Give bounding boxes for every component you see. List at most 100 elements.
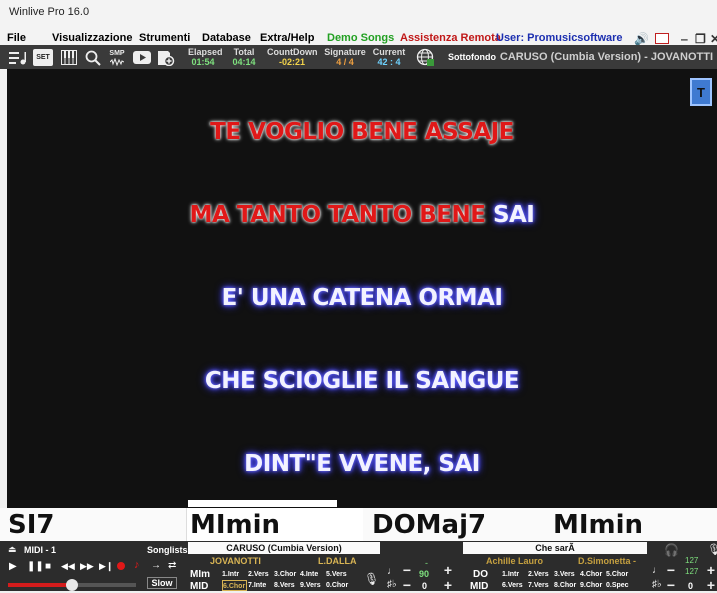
section-slot[interactable]: 4.Inte: [300, 569, 325, 580]
signature-readout: Signature 4 / 4: [324, 47, 366, 67]
deck1-mic-icon[interactable]: 🎙: [364, 572, 379, 586]
fast-forward-button[interactable]: ▶▶: [80, 561, 94, 572]
section-slot[interactable]: 3.Vers: [554, 569, 579, 580]
section-slot[interactable]: 8.Chor: [554, 580, 579, 591]
section-slot[interactable]: 4.Chor: [580, 569, 605, 580]
video-icon[interactable]: [132, 49, 152, 66]
menu-visualizzazione[interactable]: Visualizzazione: [52, 32, 133, 44]
mic-right-icon[interactable]: 🎙: [707, 543, 717, 556]
repeat-icon[interactable]: ⇄: [168, 560, 176, 571]
master-volume-knob[interactable]: [66, 579, 78, 591]
next-track-button[interactable]: ▶❙: [99, 561, 113, 572]
midi-port-label[interactable]: MIDI - 1: [24, 545, 56, 555]
deck1-transpose-plus[interactable]: +: [441, 578, 455, 592]
playlist-icon[interactable]: [8, 49, 28, 66]
countdown-label: CountDown: [267, 47, 318, 57]
menu-extra-help[interactable]: Extra/Help: [260, 32, 314, 44]
menu-database[interactable]: Database: [202, 32, 251, 44]
record-mode-icon[interactable]: [655, 33, 669, 44]
rewind-button[interactable]: ◀◀: [61, 561, 75, 572]
section-slot[interactable]: 0.Spec: [606, 580, 631, 591]
chord-current: MImin: [190, 510, 281, 540]
text-options-button[interactable]: T: [690, 78, 712, 106]
section-slot[interactable]: 2.Vers: [528, 569, 553, 580]
menu-user[interactable]: User: Promusicsoftware: [496, 32, 623, 44]
deck2-artist: Achille Lauro: [486, 556, 544, 566]
keyboard-icon[interactable]: [60, 49, 78, 66]
section-slot[interactable]: 6.Chor: [222, 580, 247, 591]
countdown-readout: CountDown -02:21: [267, 47, 317, 67]
section-slot[interactable]: 1.Intr: [502, 569, 527, 580]
close-button[interactable]: ✕: [710, 32, 717, 46]
current-label: Current: [372, 47, 406, 57]
deck2-key: DO: [473, 569, 488, 580]
record-button[interactable]: [117, 562, 125, 570]
speaker-icon[interactable]: 🔊: [634, 32, 649, 46]
minimize-button[interactable]: ‒: [681, 32, 688, 46]
lyric-line-1: TE VOGLIO BENE ASSAJE: [7, 119, 717, 145]
auto-next-icon[interactable]: →: [151, 560, 161, 571]
section-slot[interactable]: 9.Vers: [300, 580, 325, 591]
lyric-line-2-sung: MA TANTO TANTO BENE: [189, 202, 486, 228]
songlists-button[interactable]: Songlists: [147, 545, 188, 555]
menu-assistenza-remota[interactable]: Assistenza Remota: [400, 32, 501, 44]
deck2-author: D.Simonetta -: [578, 556, 637, 566]
deck1-artist: JOVANOTTI: [210, 556, 261, 566]
smp-button[interactable]: SMP: [106, 49, 128, 66]
deck1-transpose-value: 0: [422, 581, 428, 591]
midi-port-icon[interactable]: ⏏: [8, 544, 17, 555]
sottofondo-button[interactable]: Sottofondo: [446, 52, 498, 62]
menu-demo-songs[interactable]: Demo Songs: [327, 32, 394, 44]
section-slot[interactable]: 0.Chor: [326, 580, 351, 591]
lyric-line-2-unsung: SAI: [485, 202, 535, 228]
master-volume-slider[interactable]: [8, 579, 136, 591]
pause-button[interactable]: ❚❚: [27, 561, 44, 572]
lyric-line-5-unsung: DINT"E VVENE, SAI: [244, 451, 480, 477]
maximize-button[interactable]: ❐: [695, 32, 706, 46]
menu-strumenti[interactable]: Strumenti: [139, 32, 190, 44]
section-slot[interactable]: 7.Vers: [528, 580, 553, 591]
elapsed-readout: Elapsed 01:54: [188, 47, 223, 67]
deck2-tempo-icon: ♩: [652, 565, 662, 576]
total-label: Total: [233, 47, 255, 57]
deck1-tempo-minus[interactable]: −: [400, 563, 414, 577]
set-button[interactable]: SET: [33, 49, 53, 66]
deck2-transpose-plus[interactable]: +: [704, 578, 717, 592]
window-titlebar: Winlive Pro 16.0: [0, 0, 717, 32]
signature-value: 4 / 4: [336, 57, 354, 67]
slow-button[interactable]: Slow: [147, 577, 177, 589]
song-progress-bar[interactable]: [7, 498, 717, 508]
section-slot[interactable]: 3.Chor: [274, 569, 299, 580]
deck2-transpose-minus[interactable]: −: [664, 578, 678, 592]
section-slot[interactable]: 5.Vers: [326, 569, 351, 580]
headphones-icon[interactable]: 🎧: [664, 543, 679, 557]
menu-file[interactable]: File: [7, 32, 26, 44]
stop-button[interactable]: ■: [45, 561, 51, 572]
mixer-volume-bottom: 127: [685, 567, 699, 576]
section-slot[interactable]: 5.Chor: [606, 569, 631, 580]
mixer-volume-plus[interactable]: +: [704, 563, 717, 577]
section-slot[interactable]: 8.Vers: [274, 580, 299, 591]
deck1-tempo-plus[interactable]: +: [441, 563, 455, 577]
deck1-author: L.DALLA: [318, 556, 357, 566]
mixer-volume-minus[interactable]: −: [664, 563, 678, 577]
play-button[interactable]: ▶: [9, 561, 17, 572]
player-panel: ⏏ MIDI - 1 Songlists ▶ ❚❚ ■ ◀◀ ▶▶ ▶❙ ♪ →…: [0, 541, 717, 592]
section-slot[interactable]: 1.Intr: [222, 569, 247, 580]
search-icon[interactable]: [84, 49, 102, 66]
deck2-transpose-value: 0: [688, 581, 694, 591]
globe-icon[interactable]: [415, 48, 435, 66]
section-slot[interactable]: 7.Inte: [248, 580, 273, 591]
section-slot[interactable]: 6.Vers: [502, 580, 527, 591]
metronome-icon[interactable]: ♪: [134, 559, 140, 571]
import-icon[interactable]: [156, 49, 176, 66]
smp-label: SMP: [109, 49, 125, 57]
section-slot[interactable]: 9.Chor: [580, 580, 605, 591]
deck1-transpose-minus[interactable]: −: [400, 578, 414, 592]
section-slot[interactable]: 2.Vers: [248, 569, 273, 580]
menu-bar: File Visualizzazione Strumenti Database …: [0, 32, 717, 46]
deck1-tempo-icon: ♩: [387, 566, 397, 577]
chord-after-next: MImin: [553, 510, 644, 540]
signature-label: Signature: [324, 47, 366, 57]
lyrics-display: TE VOGLIO BENE ASSAJE MA TANTO TANTO BEN…: [7, 69, 717, 507]
